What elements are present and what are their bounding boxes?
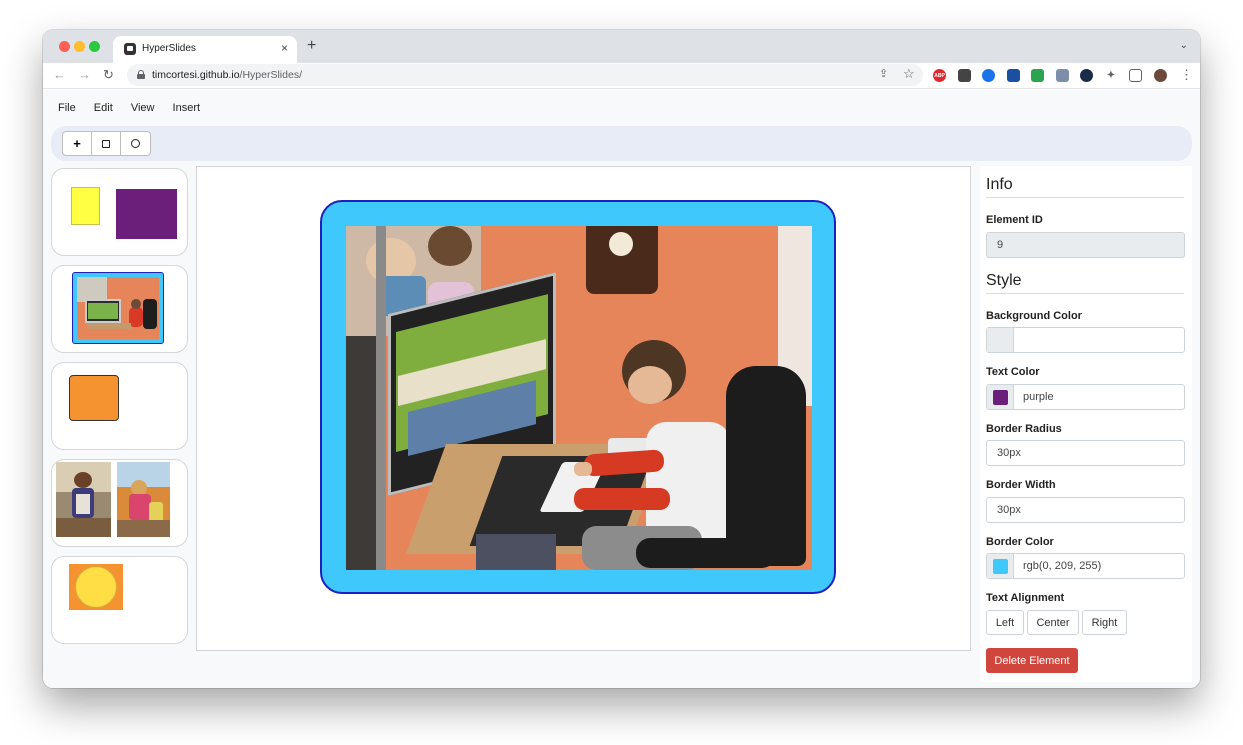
forward-button[interactable]: → bbox=[78, 67, 91, 82]
border-color-label: Border Color bbox=[986, 536, 1054, 548]
border-color-swatch[interactable] bbox=[987, 554, 1014, 578]
add-circle-button[interactable] bbox=[121, 132, 150, 155]
doll-photo-1 bbox=[56, 462, 111, 537]
background-color-field[interactable] bbox=[986, 327, 1185, 353]
divider bbox=[986, 197, 1184, 198]
border-width-label: Border Width bbox=[986, 479, 1056, 491]
purple-rectangle bbox=[116, 189, 177, 239]
menu-edit[interactable]: Edit bbox=[94, 102, 113, 114]
close-tab-icon[interactable]: × bbox=[281, 41, 288, 55]
align-center-button[interactable]: Center bbox=[1027, 610, 1079, 635]
yellow-rectangle bbox=[71, 187, 100, 225]
grey-ext-icon[interactable] bbox=[1055, 69, 1069, 82]
tab-strip: HyperSlides × + ⌄ bbox=[43, 30, 1200, 63]
grammar-ext-icon[interactable] bbox=[1031, 69, 1044, 82]
border-color-field[interactable]: rgb(0, 209, 255) bbox=[986, 553, 1185, 579]
shape-button-group: + bbox=[62, 131, 151, 156]
browser-toolbar: ← → ↻ timcortesi.github.io/HyperSlides/ … bbox=[43, 63, 1200, 89]
background-color-swatch[interactable] bbox=[987, 328, 1014, 352]
back-button[interactable]: ← bbox=[53, 67, 66, 82]
slide-thumbnail-4[interactable] bbox=[51, 459, 188, 547]
border-radius-label: Border Radius bbox=[986, 423, 1062, 435]
divider bbox=[986, 293, 1184, 294]
tab-search-icon[interactable]: ⌄ bbox=[1180, 40, 1188, 51]
new-tab-button[interactable]: + bbox=[307, 37, 316, 55]
favicon-icon bbox=[124, 43, 136, 55]
menu-file[interactable]: File bbox=[58, 102, 76, 114]
address-bar[interactable]: timcortesi.github.io/HyperSlides/ ⇪ ☆ bbox=[127, 64, 923, 86]
add-slide-button[interactable]: + bbox=[63, 132, 92, 155]
bookmark-ext-icon[interactable] bbox=[1006, 69, 1020, 82]
app-menubar: File Edit View Insert bbox=[58, 102, 215, 114]
add-rectangle-button[interactable] bbox=[92, 132, 121, 155]
doll-photo-2 bbox=[117, 462, 170, 537]
delete-element-button[interactable]: Delete Element bbox=[986, 648, 1078, 673]
element-id-label: Element ID bbox=[986, 214, 1043, 226]
selected-image-element[interactable] bbox=[320, 200, 836, 594]
text-color-field[interactable]: purple bbox=[986, 384, 1185, 410]
url-text[interactable]: timcortesi.github.io/HyperSlides/ bbox=[152, 69, 302, 81]
align-right-button[interactable]: Right bbox=[1082, 610, 1127, 635]
plus-icon: + bbox=[73, 136, 81, 151]
zoom-window-button[interactable] bbox=[89, 41, 100, 52]
yellow-circle bbox=[75, 566, 117, 608]
qr-icon[interactable] bbox=[957, 69, 971, 82]
slide-canvas[interactable] bbox=[196, 166, 971, 651]
hyperslides-app: File Edit View Insert + Info Element ID … bbox=[43, 90, 1200, 688]
border-radius-field[interactable]: 30px bbox=[986, 440, 1185, 466]
text-color-label: Text Color bbox=[986, 366, 1040, 378]
orange-square bbox=[69, 564, 123, 610]
border-width-field[interactable]: 30px bbox=[986, 497, 1185, 523]
reload-button[interactable]: ↻ bbox=[103, 67, 114, 83]
dark-ext-icon[interactable] bbox=[1080, 69, 1093, 82]
bookmark-star-icon[interactable]: ☆ bbox=[903, 66, 915, 82]
photo-frame-mini bbox=[72, 272, 164, 344]
properties-panel: Info Element ID 9 Style Background Color… bbox=[980, 166, 1192, 682]
orange-rounded-rectangle bbox=[69, 375, 119, 421]
boy-at-computer-photo bbox=[346, 226, 812, 570]
sidepanel-icon[interactable] bbox=[1129, 69, 1142, 82]
text-alignment-label: Text Alignment bbox=[986, 592, 1065, 604]
slide-thumbnail-5[interactable] bbox=[51, 556, 188, 644]
share-icon[interactable]: ⇪ bbox=[879, 67, 888, 80]
text-color-swatch[interactable] bbox=[987, 385, 1014, 409]
style-heading: Style bbox=[986, 272, 1022, 289]
element-id-field: 9 bbox=[986, 232, 1185, 258]
browser-menu-icon[interactable]: ⋮ bbox=[1180, 67, 1193, 83]
adblock-icon[interactable]: ABP bbox=[933, 69, 946, 82]
lock-icon[interactable] bbox=[137, 70, 145, 79]
profile-avatar[interactable] bbox=[1153, 69, 1167, 82]
menu-view[interactable]: View bbox=[131, 102, 155, 114]
slide-thumbnail-3[interactable] bbox=[51, 362, 188, 450]
puzzle-icon[interactable]: ✦ bbox=[1105, 69, 1118, 82]
square-icon bbox=[102, 139, 110, 148]
align-left-button[interactable]: Left bbox=[986, 610, 1024, 635]
info-heading: Info bbox=[986, 176, 1013, 193]
tab-title: HyperSlides bbox=[142, 43, 196, 54]
close-window-button[interactable] bbox=[59, 41, 70, 52]
menu-insert[interactable]: Insert bbox=[173, 102, 201, 114]
circle-icon bbox=[131, 139, 140, 148]
slide-thumbnail-1[interactable] bbox=[51, 168, 188, 256]
tab-hyperslides[interactable]: HyperSlides × bbox=[113, 36, 297, 63]
browser-window: HyperSlides × + ⌄ ← → ↻ timcortesi.githu… bbox=[43, 30, 1200, 688]
minimize-window-button[interactable] bbox=[74, 41, 85, 52]
circle-ext-icon[interactable] bbox=[982, 69, 995, 82]
background-color-label: Background Color bbox=[986, 310, 1082, 322]
shape-toolbar: + bbox=[51, 126, 1192, 161]
slide-thumbnail-2[interactable] bbox=[51, 265, 188, 353]
